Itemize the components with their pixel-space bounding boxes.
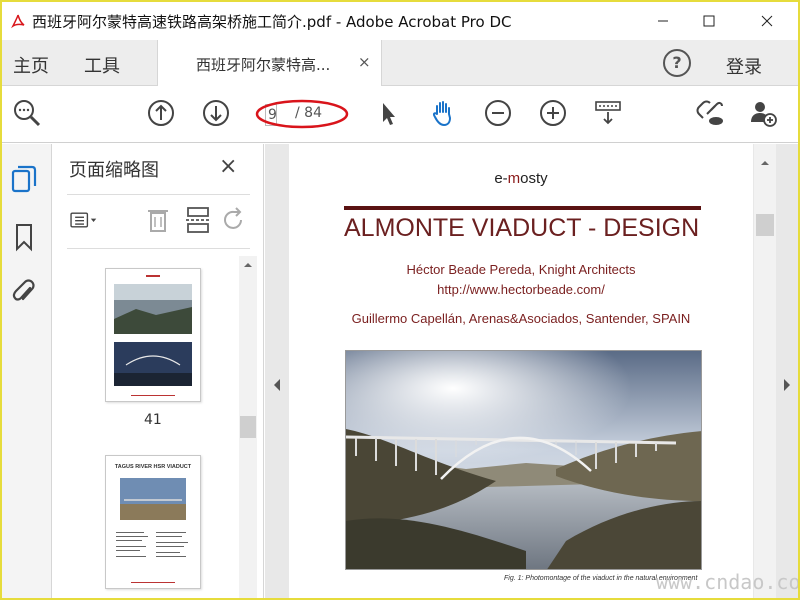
hand-tool-icon[interactable] [427,97,459,129]
expand-right-panel-icon[interactable] [782,378,792,392]
zoom-icon[interactable] [11,97,43,129]
scroll-up-icon[interactable] [243,260,253,270]
minimize-button[interactable] [640,2,686,40]
insert-pages-icon[interactable] [183,205,213,235]
title-bar: 西班牙阿尔蒙特高速铁路高架桥施工简介.pdf - Adobe Acrobat P… [2,2,798,40]
tools-tab[interactable]: 工具 [84,52,120,78]
scrollbar-thumb[interactable] [756,214,774,236]
attachments-icon[interactable] [10,278,38,308]
divider [67,194,250,195]
page-thumbnail[interactable] [105,268,201,402]
page-thumbnail[interactable]: TAGUS RIVER HSR VIADUCT [105,455,201,589]
add-user-icon[interactable] [747,97,779,129]
zoom-in-icon[interactable] [537,97,569,129]
document-scrollbar[interactable] [754,144,776,598]
thumbnails-panel-title: 页面缩略图 [69,160,159,181]
rotate-page-icon[interactable] [219,205,249,235]
highlight-ellipse [255,99,349,129]
thumbnails-scrollbar[interactable] [239,256,257,598]
close-panel-icon[interactable]: × [219,154,237,179]
acrobat-logo-icon [10,13,26,29]
thumbnails-panel: 页面缩略图 × 41 TAGUS RIVER HSR VIADUCT [53,144,264,598]
collapse-left-panel-icon[interactable] [272,378,282,392]
delete-pages-icon[interactable] [143,205,173,235]
pdf-page: e-mosty ALMONTE VIADUCT - DESIGN Héctor … [289,144,753,598]
thumbnail-options-icon[interactable] [69,205,99,235]
login-button[interactable]: 登录 [726,53,762,79]
divider [67,248,250,249]
scroll-up-icon[interactable] [760,158,770,168]
share-link-icon[interactable] [694,97,726,129]
window-title: 西班牙阿尔蒙特高速铁路高架桥施工简介.pdf - Adobe Acrobat P… [32,12,512,31]
close-window-button[interactable] [744,2,790,40]
left-navigation-rail [2,144,52,598]
page-header: e-mosty [494,170,548,187]
author-line-2: Guillermo Capellán, Arenas&Asociados, Sa… [351,311,691,326]
keyboard-scroll-icon[interactable] [592,97,624,129]
scrollbar-thumb[interactable] [240,416,256,438]
thumbnail-tools [67,202,250,238]
close-tab-icon[interactable]: × [358,53,371,71]
author-line: Héctor Beade Pereda, Knight Architects [406,262,636,277]
thumbnail-heading: TAGUS RIVER HSR VIADUCT [115,464,192,470]
document-tab[interactable]: 西班牙阿尔蒙特高... × [157,40,382,86]
toolbar: 9 / 84 [2,87,798,143]
maximize-button[interactable] [686,2,732,40]
document-title: ALMONTE VIADUCT - DESIGN [344,214,700,242]
tab-bar: 主页 工具 西班牙阿尔蒙特高... × ? 登录 [2,40,798,86]
watermark: www.cndao.com [656,570,800,594]
title-rule [344,206,701,210]
page-down-icon[interactable] [200,97,232,129]
help-icon[interactable]: ? [663,49,691,77]
acrobat-window: 西班牙阿尔蒙特高速铁路高架桥施工简介.pdf - Adobe Acrobat P… [0,0,800,600]
viaduct-photo [345,350,702,570]
page-thumbnails-icon[interactable] [10,164,38,194]
page-up-icon[interactable] [145,97,177,129]
home-tab[interactable]: 主页 [13,52,49,78]
bookmarks-icon[interactable] [10,222,38,252]
select-cursor-icon[interactable] [372,97,404,129]
document-tab-label: 西班牙阿尔蒙特高... [196,56,331,74]
zoom-out-icon[interactable] [482,97,514,129]
author-url[interactable]: http://www.hectorbeade.com/ [289,282,753,297]
thumbnail-page-number: 41 [144,412,162,428]
